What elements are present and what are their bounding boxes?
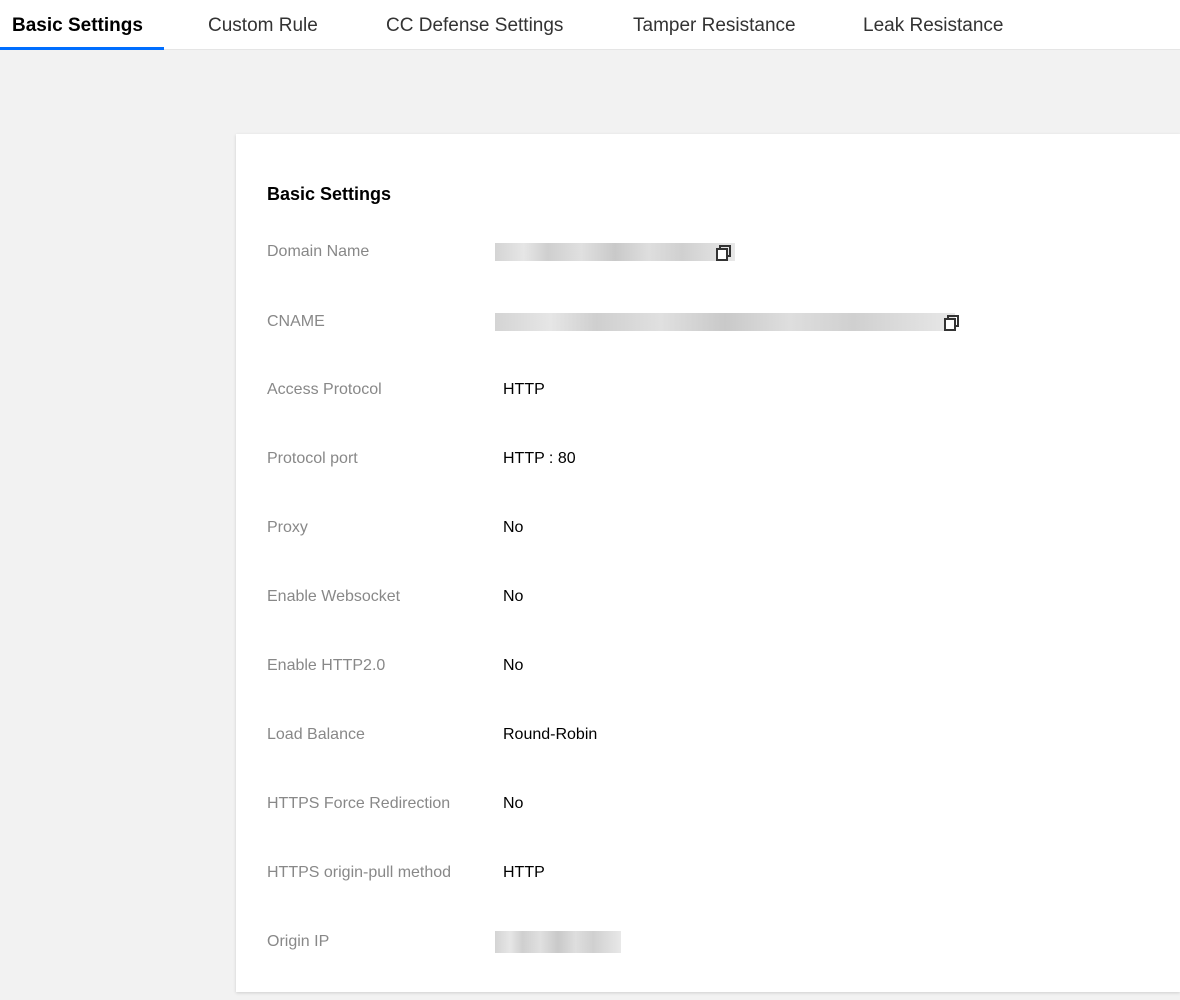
field-value: No [503, 657, 524, 674]
section-title: Basic Settings [267, 184, 392, 204]
field-label: HTTPS origin-pull method [267, 864, 452, 881]
field-row-domain-name: Domain Name [267, 239, 1147, 269]
redacted-value [495, 243, 735, 261]
tab-cc-defense-settings[interactable]: CC Defense Settings [386, 0, 563, 50]
basic-settings-card: Basic Settings Domain Name CNAME Access … [236, 134, 1180, 992]
field-row-proxy: Proxy No [267, 515, 1147, 545]
field-label: Enable HTTP2.0 [267, 657, 386, 674]
field-value: HTTP : 80 [503, 450, 576, 467]
copy-icon[interactable] [715, 243, 735, 263]
redacted-value [495, 931, 621, 953]
field-value: No [503, 588, 524, 605]
tab-bar: Basic Settings Custom Rule CC Defense Se… [0, 0, 1180, 50]
field-label: Origin IP [267, 933, 330, 950]
field-value: HTTP [503, 381, 545, 398]
field-label: Load Balance [267, 726, 365, 743]
field-label: CNAME [267, 313, 325, 330]
field-row-enable-http2: Enable HTTP2.0 No [267, 653, 1147, 683]
tab-leak-resistance[interactable]: Leak Resistance [863, 0, 1003, 50]
field-label: Enable Websocket [267, 588, 401, 605]
field-label: Access Protocol [267, 381, 382, 398]
field-row-enable-websocket: Enable Websocket No [267, 584, 1147, 614]
tab-basic-settings[interactable]: Basic Settings [12, 0, 143, 50]
field-value: No [503, 795, 524, 812]
field-row-https-force-redirection: HTTPS Force Redirection No [267, 791, 1147, 821]
active-tab-indicator [0, 47, 164, 50]
tab-tamper-resistance[interactable]: Tamper Resistance [633, 0, 796, 50]
field-row-origin-ip: Origin IP [267, 929, 1147, 959]
redacted-value [495, 313, 955, 331]
field-label: HTTPS Force Redirection [267, 795, 451, 812]
field-row-cname: CNAME [267, 309, 1147, 339]
field-label: Domain Name [267, 243, 370, 260]
field-label: Protocol port [267, 450, 358, 467]
field-row-access-protocol: Access Protocol HTTP [267, 377, 1147, 407]
field-value: No [503, 519, 524, 536]
field-value: HTTP [503, 864, 545, 881]
copy-icon[interactable] [943, 313, 963, 333]
field-label: Proxy [267, 519, 308, 536]
field-row-protocol-port: Protocol port HTTP : 80 [267, 446, 1147, 476]
field-row-load-balance: Load Balance Round-Robin [267, 722, 1147, 752]
field-value: Round-Robin [503, 726, 598, 743]
field-row-https-origin-pull-method: HTTPS origin-pull method HTTP [267, 860, 1147, 890]
tab-custom-rule[interactable]: Custom Rule [208, 0, 318, 50]
